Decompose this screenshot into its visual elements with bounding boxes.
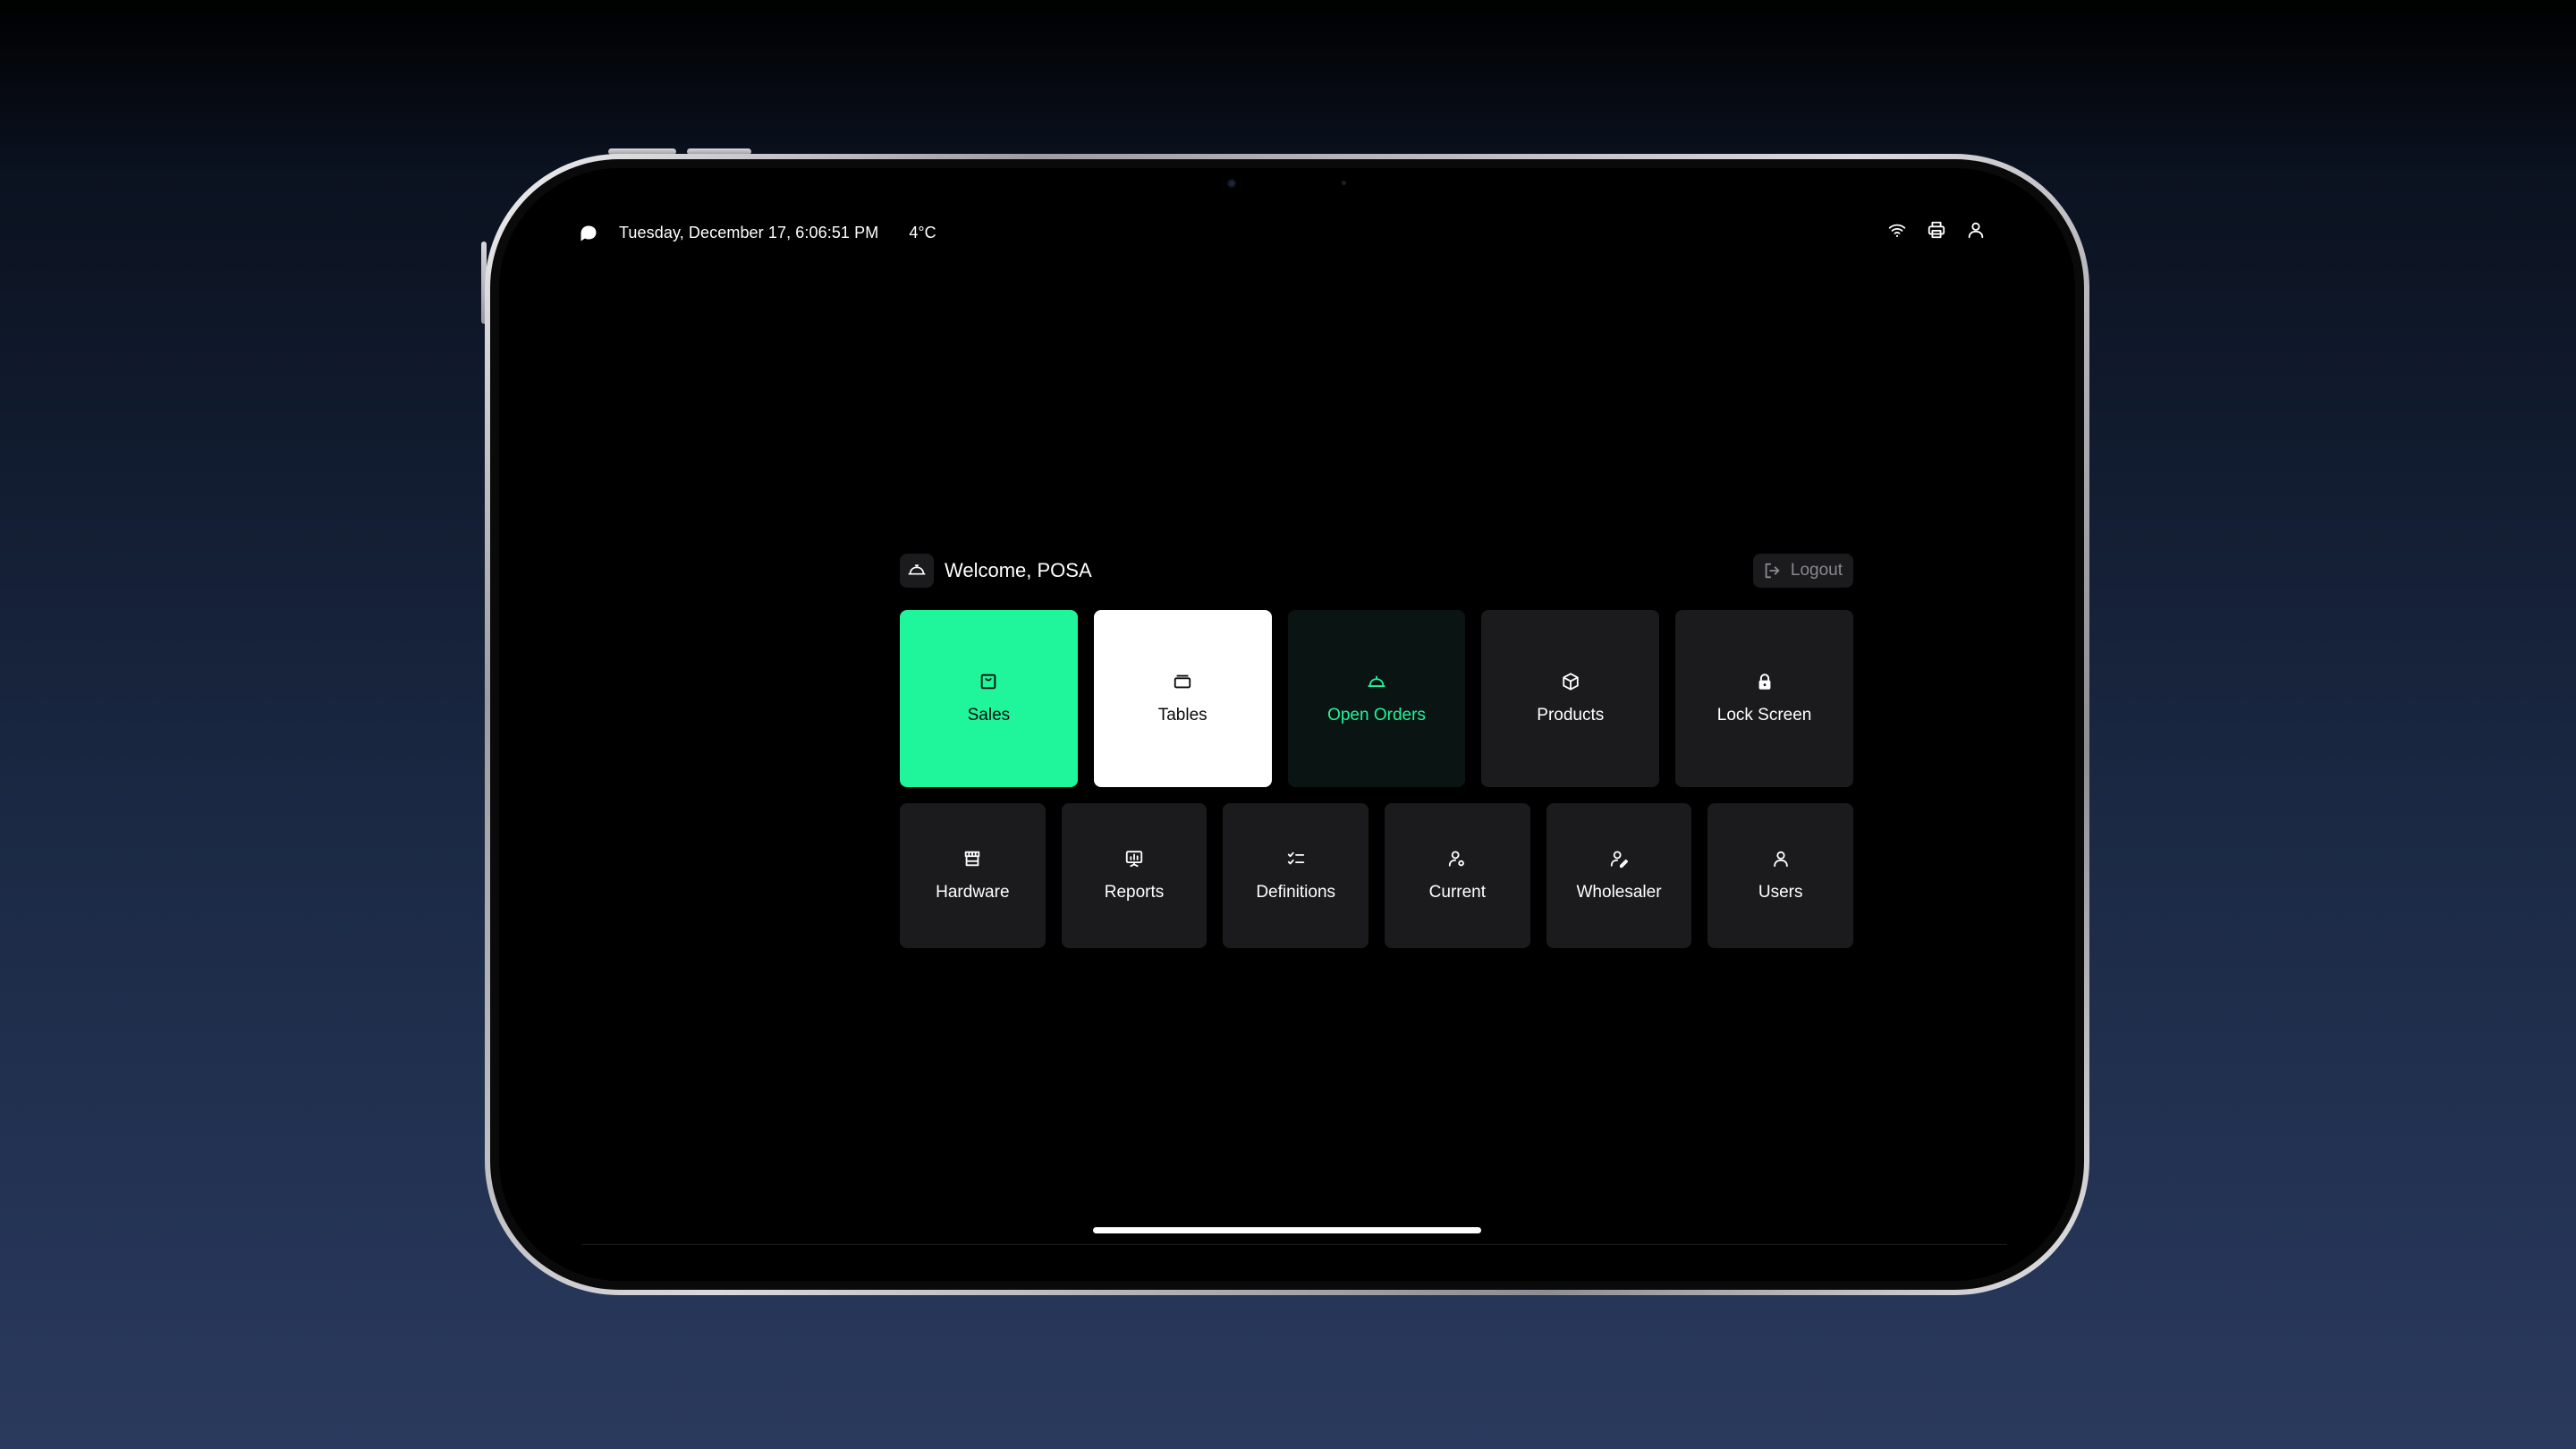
hardware-label: Hardware: [936, 883, 1010, 902]
table-icon: [1174, 674, 1191, 689]
tile-row-secondary: Hardware Reports Definitions Current Who…: [900, 803, 1854, 948]
user-edit-icon: [1610, 851, 1629, 869]
status-temperature: 4°C: [909, 224, 936, 242]
store-icon: [965, 851, 980, 867]
status-left: Tuesday, December 17, 6:06:51 PM 4°C: [580, 224, 936, 242]
tablet-bezel: Tuesday, December 17, 6:06:51 PM 4°C Wel…: [490, 159, 2084, 1290]
tile-row-primary: Sales Tables Open Orders Products Lock S…: [900, 610, 1853, 787]
user-settings-icon: [1449, 851, 1465, 867]
lock-icon: [1758, 674, 1770, 690]
bottom-divider: [581, 1244, 2007, 1245]
logo-icon: [580, 225, 597, 241]
hardware-tile[interactable]: Hardware: [900, 803, 1046, 948]
main-menu: Welcome, POSA Logout Sales Tables Open O…: [900, 553, 1854, 948]
logout-button[interactable]: Logout: [1752, 554, 1853, 588]
products-tile[interactable]: Products: [1481, 610, 1660, 787]
wholesaler-label: Wholesaler: [1576, 883, 1662, 902]
cloche-icon: [908, 564, 926, 575]
printer-icon[interactable]: [1927, 220, 1946, 240]
home-indicator[interactable]: [1093, 1227, 1481, 1233]
status-bar: Tuesday, December 17, 6:06:51 PM 4°C: [499, 168, 2075, 242]
box-icon: [1563, 673, 1579, 691]
user-icon: [1773, 851, 1788, 868]
shopping-bag-icon: [981, 674, 996, 690]
header-row: Welcome, POSA Logout: [900, 553, 1853, 589]
reports-tile[interactable]: Reports: [1061, 803, 1208, 948]
current-label: Current: [1428, 883, 1487, 902]
logout-icon: [1765, 563, 1780, 579]
ambient-sensor: [1342, 181, 1346, 185]
presentation-chart-icon: [1125, 851, 1143, 868]
front-camera: [1227, 179, 1236, 188]
checklist-icon: [1287, 852, 1304, 865]
tablet-frame: Tuesday, December 17, 6:06:51 PM 4°C Wel…: [485, 154, 2089, 1295]
current-tile[interactable]: Current: [1385, 803, 1530, 948]
status-datetime: Tuesday, December 17, 6:06:51 PM: [619, 224, 879, 242]
open-orders-tile[interactable]: Open Orders: [1287, 610, 1466, 787]
users-label: Users: [1758, 883, 1803, 902]
welcome-area: Welcome, POSA: [900, 554, 1092, 588]
lock-screen-tile[interactable]: Lock Screen: [1675, 610, 1853, 787]
status-right: [1887, 220, 1986, 240]
sales-tile[interactable]: Sales: [900, 610, 1078, 787]
tablet-screen: Tuesday, December 17, 6:06:51 PM 4°C Wel…: [499, 168, 2075, 1281]
users-tile[interactable]: Users: [1707, 803, 1854, 948]
welcome-text: Welcome, POSA: [945, 559, 1092, 581]
definitions-tile[interactable]: Definitions: [1223, 803, 1369, 948]
user-icon[interactable]: [1966, 220, 1986, 240]
tables-label: Tables: [1157, 706, 1208, 724]
bell-button[interactable]: [900, 554, 934, 588]
open-orders-label: Open Orders: [1327, 706, 1426, 724]
wholesaler-tile[interactable]: Wholesaler: [1546, 803, 1692, 948]
logout-label: Logout: [1790, 561, 1843, 580]
wifi-icon[interactable]: [1887, 220, 1907, 240]
reports-label: Reports: [1104, 883, 1165, 902]
sales-label: Sales: [967, 706, 1011, 724]
products-label: Products: [1537, 706, 1605, 724]
definitions-label: Definitions: [1256, 883, 1336, 902]
tables-tile[interactable]: Tables: [1093, 610, 1272, 787]
cloche-icon: [1368, 675, 1385, 687]
lock-screen-label: Lock Screen: [1716, 706, 1812, 724]
